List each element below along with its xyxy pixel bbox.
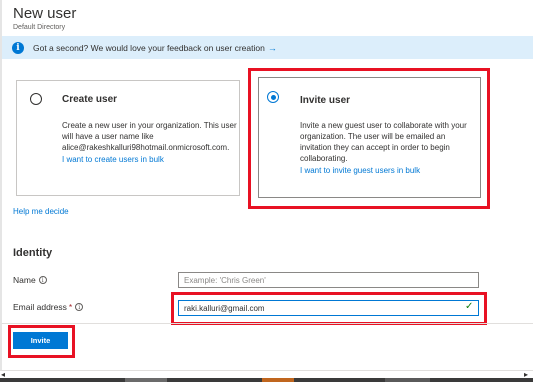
taskbar-item <box>125 378 167 382</box>
name-input[interactable] <box>178 272 479 288</box>
highlight-box-invite-button <box>8 325 75 358</box>
footer-divider <box>2 323 533 324</box>
identity-section-title: Identity <box>13 247 53 259</box>
email-info-icon[interactable]: i <box>75 303 84 311</box>
arrow-right-icon[interactable]: → <box>268 43 277 53</box>
page-header: New user Default Directory <box>13 5 76 32</box>
name-info-icon[interactable]: i <box>38 276 47 284</box>
feedback-banner[interactable]: i Got a second? We would love your feedb… <box>2 36 533 59</box>
taskbar-item <box>262 378 294 382</box>
create-bulk-link[interactable]: I want to create users in bulk <box>62 154 164 165</box>
create-user-radio[interactable] <box>30 93 42 105</box>
email-label-text: Email address <box>13 302 67 312</box>
required-marker: * <box>68 302 73 312</box>
page-title: New user <box>13 5 77 22</box>
name-label-text: Name <box>13 275 36 285</box>
create-user-title: Create user <box>62 94 118 105</box>
info-icon: i <box>12 41 24 54</box>
name-label: Name i <box>13 275 47 285</box>
email-label: Email address * i <box>13 302 84 312</box>
taskbar-item <box>385 378 430 382</box>
help-me-decide-link[interactable]: Help me decide <box>13 207 69 216</box>
highlight-box-invite-card <box>248 68 490 209</box>
create-user-description: Create a new user in your organization. … <box>62 121 237 152</box>
highlight-box-email <box>171 292 487 325</box>
banner-text: Got a second? We would love your feedbac… <box>33 42 265 53</box>
page-subtitle: Default Directory <box>13 24 66 31</box>
